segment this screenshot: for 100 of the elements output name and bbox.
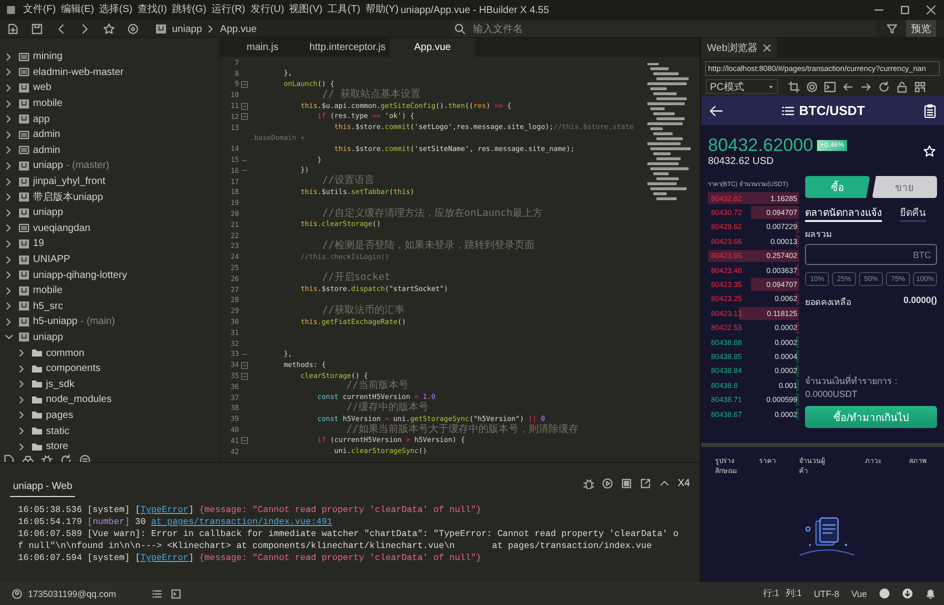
tree-item-label[interactable]: uniapp [33, 207, 64, 218]
tree-item-label[interactable]: eladmin-web-master [33, 66, 124, 78]
tree-item-label[interactable]: mining [33, 51, 62, 62]
export-icon[interactable] [640, 478, 651, 489]
amount-field[interactable]: BTC [805, 244, 937, 265]
play-icon[interactable] [602, 478, 613, 489]
tree-item-label[interactable]: 19 [33, 238, 44, 250]
arrow-right-icon[interactable] [860, 80, 872, 92]
menu-item[interactable]: 运行(R) [209, 4, 248, 16]
menu-item[interactable]: 选择(S) [97, 4, 134, 16]
tree-item-label[interactable]: mobile [33, 285, 62, 296]
code-line: //设置语言 [321, 176, 374, 188]
tree-item-label[interactable]: web [33, 82, 52, 94]
cursor-line[interactable]: 行:1 [762, 587, 780, 600]
settings-icon[interactable] [806, 80, 818, 92]
maximize-icon[interactable] [900, 5, 910, 15]
tree-item-label[interactable]: 带启版本uniapp [33, 190, 104, 204]
encoding-label[interactable]: UTF-8 [814, 588, 840, 598]
close-icon[interactable] [763, 44, 772, 52]
menu-item[interactable]: 跳转(G) [170, 4, 208, 16]
tree-item-label[interactable]: admin [33, 129, 60, 140]
tree-item-label[interactable]: uniapp [33, 160, 64, 172]
fold-icon[interactable] [241, 362, 248, 369]
chevron-icon [207, 23, 216, 35]
branch-label: - (master) [66, 160, 110, 172]
arrow-left-icon[interactable] [842, 80, 854, 92]
tree-item-label[interactable]: admin [33, 144, 60, 156]
breadcrumb-item[interactable]: App.vue [220, 24, 257, 34]
mode-select[interactable]: PC模式 [706, 79, 778, 94]
tree-item-label[interactable]: mobile [33, 98, 62, 110]
tree-item-label[interactable]: pages [46, 410, 74, 421]
download-icon[interactable] [902, 588, 913, 599]
depth-bar [796, 292, 800, 306]
menu-item[interactable]: 发行(U) [248, 4, 286, 16]
order-type-tab[interactable]: ตลาดนัดกลางแจ้ง [805, 204, 882, 222]
tree-item-label[interactable]: h5-uniapp [33, 316, 78, 328]
tree-item-label[interactable]: app [33, 114, 50, 125]
breadcrumb-item[interactable]: uniapp [172, 24, 202, 34]
tree-item-label[interactable]: node_modules [46, 394, 112, 406]
language-label[interactable]: Vue [851, 588, 867, 598]
tree-item-label[interactable]: uniapp-qihang-lottery [33, 270, 127, 281]
list-icon[interactable] [152, 588, 162, 598]
fold-icon[interactable] [241, 113, 248, 120]
project-icon [18, 191, 30, 204]
tree-item-label[interactable]: uniapp [33, 332, 64, 343]
bug-icon[interactable] [582, 478, 594, 489]
tree-item-label[interactable]: jinpai_yhyl_front [33, 176, 106, 188]
log-link[interactable]: TypeError [140, 553, 188, 563]
tree-item-label[interactable]: UNIAPP [33, 254, 70, 266]
preview-button[interactable]: 预览 [906, 20, 936, 37]
stop-icon[interactable] [620, 478, 632, 489]
qr-code-icon[interactable] [914, 80, 926, 92]
tree-item-label[interactable]: common [46, 348, 84, 359]
star-icon[interactable] [103, 23, 115, 35]
tree-item-label[interactable]: static [46, 426, 70, 437]
bell-icon[interactable] [925, 588, 936, 599]
fold-icon[interactable] [241, 80, 248, 88]
search-field[interactable]: 输入文件名 [452, 21, 876, 37]
cursor-column[interactable]: 列:1 [785, 587, 802, 600]
code-line: //获取法币的汇率 [321, 306, 404, 317]
terminal-icon[interactable] [824, 80, 836, 92]
menu-item[interactable]: 编辑(E) [58, 4, 96, 16]
tree-item-label[interactable]: h5_src [33, 300, 64, 312]
menu-item[interactable]: 帮助(Y) [363, 4, 401, 16]
tree-item-label[interactable]: js_sdk [46, 378, 74, 390]
tree-item-label[interactable]: vueqiangdan [33, 222, 90, 234]
back-arrow-icon[interactable] [709, 104, 723, 116]
close-icon[interactable] [926, 5, 936, 15]
turnover-value: 0.0000USDT [805, 388, 858, 401]
menu-item[interactable]: 视图(V) [287, 4, 324, 16]
new-file-icon[interactable] [7, 23, 19, 35]
lock-icon[interactable] [896, 80, 908, 92]
save-icon[interactable] [31, 23, 43, 35]
menu-item[interactable]: 查找(I) [135, 4, 169, 16]
tree-item-label[interactable]: components [46, 363, 100, 374]
refresh-icon[interactable] [878, 80, 890, 92]
log-link[interactable]: at pages/transaction/index.vue:491 [151, 517, 332, 527]
fold-icon[interactable] [241, 437, 248, 444]
screenshot-icon[interactable] [788, 80, 800, 92]
log-link[interactable]: TypeError [140, 505, 188, 515]
target-icon[interactable] [127, 23, 139, 35]
usd-price: 80432.62 USD [708, 156, 775, 168]
search-input[interactable]: 输入文件名 [471, 22, 872, 36]
clipboard-icon[interactable] [924, 104, 936, 118]
editor-tab[interactable]: App.vue [390, 38, 475, 57]
console-tab[interactable]: uniapp - Web [10, 481, 76, 497]
filter-icon[interactable] [886, 23, 898, 35]
depth-bar [796, 408, 800, 420]
depth-bar [796, 364, 800, 378]
depth-bar [751, 206, 800, 219]
tree-item-label[interactable]: store [46, 441, 68, 452]
order-type-tab[interactable]: ยืดคืน [900, 204, 926, 222]
project-icon [18, 82, 30, 94]
terminal-icon[interactable] [171, 588, 182, 598]
menu-item[interactable]: 工具(T) [326, 4, 362, 16]
clear-button[interactable]: X4 [678, 478, 690, 489]
fold-icon[interactable] [241, 102, 248, 110]
fold-icon[interactable] [241, 372, 248, 380]
user-account[interactable]: 1735031199@qq.com [28, 588, 116, 598]
menu-item[interactable]: 文件(F) [21, 4, 58, 16]
